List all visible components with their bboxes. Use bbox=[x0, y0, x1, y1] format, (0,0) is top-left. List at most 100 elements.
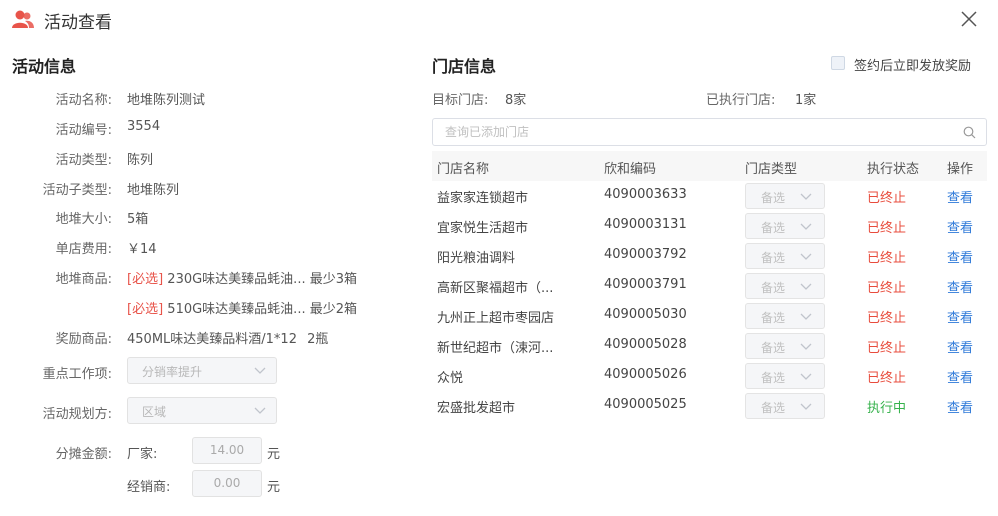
planner-placeholder: 区域 bbox=[142, 405, 167, 419]
store-name: 众悦 bbox=[437, 371, 464, 386]
goods-name: 230G味达美臻品蚝油... bbox=[167, 272, 306, 287]
view-link[interactable]: 查看 bbox=[947, 307, 973, 326]
col-header-store-name: 门店名称 bbox=[437, 162, 490, 177]
view-link[interactable]: 查看 bbox=[947, 277, 973, 296]
goods-qty: 最少3箱 bbox=[309, 272, 358, 287]
reward-goods-qty: 2瓶 bbox=[307, 332, 329, 347]
required-tag: [必选] bbox=[127, 272, 164, 287]
view-link[interactable]: 查看 bbox=[947, 337, 973, 356]
store-name: 阳光粮油调料 bbox=[437, 251, 516, 266]
field-label-planner: 活动规划方: bbox=[42, 407, 112, 422]
chevron-down-icon bbox=[800, 373, 812, 380]
store-code: 4090003633 bbox=[604, 187, 687, 202]
planner-select[interactable]: 区域 bbox=[127, 397, 277, 424]
status-badge: 已终止 bbox=[867, 281, 907, 296]
chevron-down-icon bbox=[254, 407, 266, 414]
reward-goods: 450ML味达美臻品料酒/1*12 2瓶 bbox=[127, 328, 328, 347]
table-row: 九州正上超市枣园店 4090005030 备选 已终止 查看 bbox=[432, 301, 987, 331]
view-link[interactable]: 查看 bbox=[947, 247, 973, 266]
store-code: 4090003791 bbox=[604, 277, 687, 292]
store-type-placeholder: 备选 bbox=[761, 371, 786, 385]
target-stores-count: 8家 bbox=[505, 93, 527, 108]
chevron-down-icon bbox=[800, 193, 812, 200]
field-value-store-fee: ￥14 bbox=[127, 242, 157, 257]
store-type-select[interactable]: 备选 bbox=[745, 363, 825, 389]
store-type-select[interactable]: 备选 bbox=[745, 243, 825, 269]
goods-qty: 最少2箱 bbox=[309, 302, 358, 317]
store-type-placeholder: 备选 bbox=[761, 281, 786, 295]
dealer-amount-field[interactable]: 0.00 bbox=[192, 470, 262, 497]
store-type-placeholder: 备选 bbox=[761, 221, 786, 235]
field-label-pile-size: 地堆大小: bbox=[55, 212, 112, 227]
chevron-down-icon bbox=[800, 313, 812, 320]
close-icon[interactable] bbox=[958, 8, 980, 30]
status-badge: 已终止 bbox=[867, 311, 907, 326]
view-link[interactable]: 查看 bbox=[947, 367, 973, 386]
search-icon[interactable] bbox=[963, 126, 976, 139]
table-row: 众悦 4090005026 备选 已终止 查看 bbox=[432, 361, 987, 391]
chevron-down-icon bbox=[800, 343, 812, 350]
col-header-action: 操作 bbox=[947, 162, 974, 177]
executed-stores-label: 已执行门店: bbox=[706, 93, 776, 108]
reward-immediately-checkbox[interactable] bbox=[831, 56, 845, 70]
field-label-code: 活动编号: bbox=[55, 123, 112, 138]
chevron-down-icon bbox=[800, 253, 812, 260]
store-type-select[interactable]: 备选 bbox=[745, 303, 825, 329]
store-type-select[interactable]: 备选 bbox=[745, 393, 825, 419]
pile-goods-item: [必选] 510G味达美臻品蚝油... 最少2箱 bbox=[127, 298, 357, 317]
goods-name: 510G味达美臻品蚝油... bbox=[167, 302, 306, 317]
field-label-key-work: 重点工作项: bbox=[42, 367, 112, 382]
status-badge: 已终止 bbox=[867, 191, 907, 206]
store-name: 高新区聚福超市（... bbox=[437, 281, 554, 296]
store-type-select[interactable]: 备选 bbox=[745, 273, 825, 299]
store-type-select[interactable]: 备选 bbox=[745, 213, 825, 239]
field-label-name: 活动名称: bbox=[55, 93, 112, 108]
table-row: 宏盛批发超市 4090005025 备选 执行中 查看 bbox=[432, 391, 987, 421]
store-search-input[interactable] bbox=[445, 123, 945, 141]
status-badge: 已终止 bbox=[867, 251, 907, 266]
store-type-select[interactable]: 备选 bbox=[745, 183, 825, 209]
store-type-select[interactable]: 备选 bbox=[745, 333, 825, 359]
maker-amount-field[interactable]: 14.00 bbox=[192, 437, 262, 464]
store-code: 4090005030 bbox=[604, 307, 687, 322]
store-type-placeholder: 备选 bbox=[761, 311, 786, 325]
store-code: 4090005025 bbox=[604, 397, 687, 412]
maker-label: 厂家: bbox=[127, 447, 158, 462]
field-label-store-fee: 单店费用: bbox=[55, 242, 112, 257]
field-label-type: 活动类型: bbox=[55, 153, 112, 168]
field-value-type: 陈列 bbox=[127, 153, 154, 168]
field-label-pile-goods: 地堆商品: bbox=[55, 272, 112, 287]
field-label-subtype: 活动子类型: bbox=[42, 183, 112, 198]
dealer-amount: 0.00 bbox=[213, 476, 241, 490]
status-badge: 执行中 bbox=[867, 401, 907, 416]
view-link[interactable]: 查看 bbox=[947, 187, 973, 206]
dialog-title: 活动查看 bbox=[44, 13, 112, 33]
store-section-title: 门店信息 bbox=[432, 57, 497, 76]
store-name: 新世纪超市（涑河... bbox=[437, 341, 554, 356]
col-header-status: 执行状态 bbox=[867, 162, 920, 177]
store-table: 门店名称 欣和编码 门店类型 执行状态 操作 益家家连锁超市 409000363… bbox=[432, 151, 987, 421]
store-search-box[interactable] bbox=[432, 118, 987, 146]
dealer-unit: 元 bbox=[267, 480, 281, 495]
table-row: 新世纪超市（涑河... 4090005028 备选 已终止 查看 bbox=[432, 331, 987, 361]
table-row: 益家家连锁超市 4090003633 备选 已终止 查看 bbox=[432, 181, 987, 211]
view-link[interactable]: 查看 bbox=[947, 397, 973, 416]
dialog-header: 活动查看 bbox=[0, 0, 998, 40]
table-header: 门店名称 欣和编码 门店类型 执行状态 操作 bbox=[432, 151, 987, 181]
field-label-split: 分摊金额: bbox=[55, 447, 112, 462]
view-link[interactable]: 查看 bbox=[947, 217, 973, 236]
field-label-reward: 奖励商品: bbox=[55, 332, 112, 347]
store-name: 宜家悦生活超市 bbox=[437, 221, 529, 236]
key-work-select[interactable]: 分销率提升 bbox=[127, 357, 277, 384]
maker-amount: 14.00 bbox=[209, 443, 245, 457]
store-name: 宏盛批发超市 bbox=[437, 401, 516, 416]
table-row: 阳光粮油调料 4090003792 备选 已终止 查看 bbox=[432, 241, 987, 271]
status-badge: 已终止 bbox=[867, 341, 907, 356]
status-badge: 已终止 bbox=[867, 221, 907, 236]
maker-unit: 元 bbox=[267, 447, 281, 462]
activity-section-title: 活动信息 bbox=[12, 57, 77, 76]
store-code: 4090003792 bbox=[604, 247, 687, 262]
table-row: 宜家悦生活超市 4090003131 备选 已终止 查看 bbox=[432, 211, 987, 241]
col-header-store-type: 门店类型 bbox=[745, 162, 798, 177]
store-type-placeholder: 备选 bbox=[761, 341, 786, 355]
